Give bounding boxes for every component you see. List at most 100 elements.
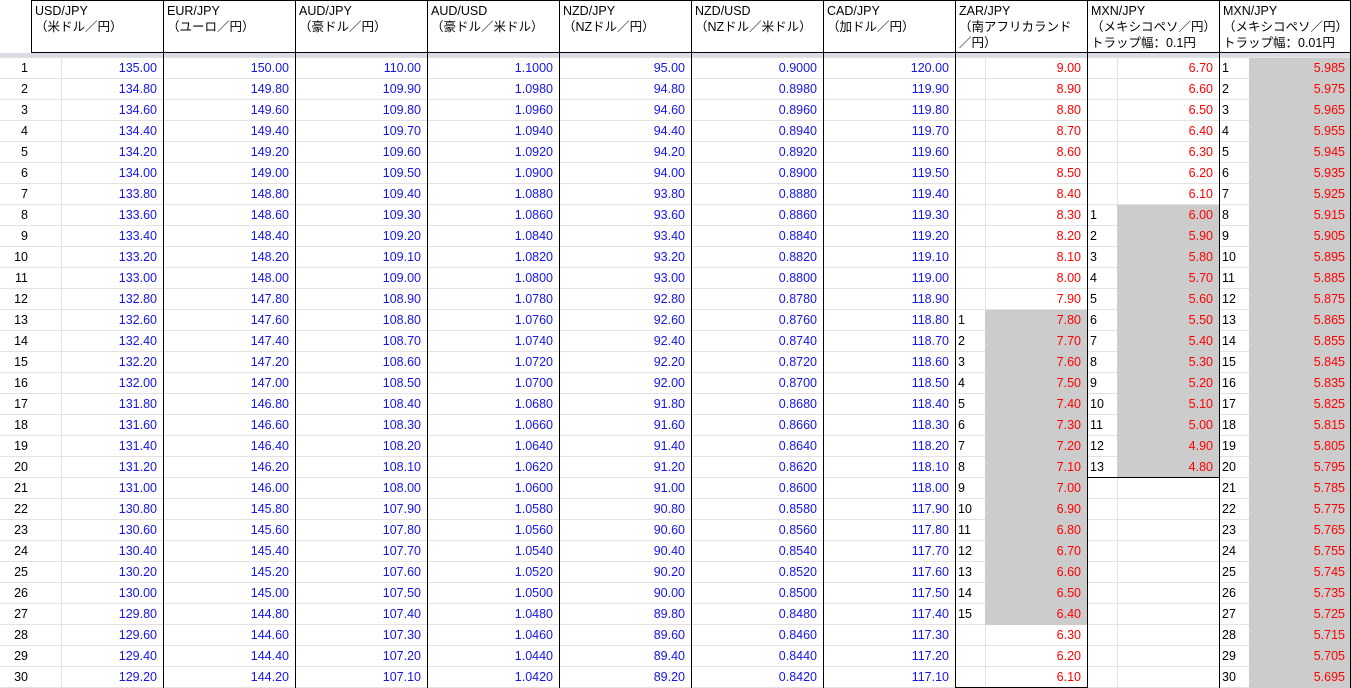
rate-cell[interactable]: 91.20 [559, 457, 691, 478]
rate-cell[interactable]: 147.80 [163, 289, 295, 310]
rate-cell[interactable]: 0.9000 [691, 58, 823, 79]
rate-cell[interactable]: 108.30 [295, 415, 427, 436]
rate-cell[interactable]: 94.00 [559, 163, 691, 184]
rate-cell[interactable]: 108.50 [295, 373, 427, 394]
rate-cell[interactable]: 145.80 [163, 499, 295, 520]
column-header[interactable]: AUD/USD （豪ドル／米ドル） [427, 0, 559, 53]
trap-index-cell[interactable]: 26 [1219, 583, 1249, 604]
rate-cell[interactable]: 5.895 [1249, 247, 1351, 268]
rate-cell[interactable]: 91.60 [559, 415, 691, 436]
rate-cell[interactable]: 1.0420 [427, 667, 559, 688]
trap-index-cell[interactable]: 11 [1219, 268, 1249, 289]
trap-index-cell[interactable]: 8 [1087, 352, 1117, 373]
rate-cell[interactable]: 146.00 [163, 478, 295, 499]
rate-cell[interactable]: 0.8540 [691, 541, 823, 562]
rate-cell[interactable]: 94.80 [559, 79, 691, 100]
rate-cell[interactable]: 109.00 [295, 268, 427, 289]
rate-cell[interactable]: 7.80 [985, 310, 1087, 331]
rate-cell[interactable]: 0.8740 [691, 331, 823, 352]
rate-cell[interactable]: 5.955 [1249, 121, 1351, 142]
rate-cell[interactable]: 149.40 [163, 121, 295, 142]
row-number[interactable]: 4 [0, 121, 31, 142]
row-number[interactable]: 18 [0, 415, 31, 436]
rate-cell[interactable]: 7.60 [985, 352, 1087, 373]
row-number[interactable]: 20 [0, 457, 31, 478]
rate-cell[interactable]: 1.0460 [427, 625, 559, 646]
row-number[interactable]: 1 [0, 58, 31, 79]
trap-index-cell[interactable]: 4 [955, 373, 985, 394]
trap-index-cell[interactable]: 29 [1219, 646, 1249, 667]
rate-cell[interactable]: 5.885 [1249, 268, 1351, 289]
rate-cell[interactable]: 0.8600 [691, 478, 823, 499]
rate-cell[interactable]: 129.20 [31, 667, 163, 688]
rate-cell[interactable]: 5.30 [1117, 352, 1219, 373]
rate-cell[interactable]: 5.00 [1117, 415, 1219, 436]
row-number[interactable]: 15 [0, 352, 31, 373]
trap-index-cell[interactable]: 1 [1219, 58, 1249, 79]
row-number[interactable]: 23 [0, 520, 31, 541]
trap-index-cell[interactable]: 10 [1087, 394, 1117, 415]
rate-cell[interactable]: 4.80 [1117, 457, 1219, 478]
rate-cell[interactable]: 5.735 [1249, 583, 1351, 604]
rate-cell[interactable]: 118.10 [823, 457, 955, 478]
rate-cell[interactable]: 119.80 [823, 100, 955, 121]
column-header[interactable]: MXN/JPY （メキシコペソ／円） トラップ幅：0.01円 [1219, 0, 1351, 53]
rate-cell[interactable]: 109.90 [295, 79, 427, 100]
rate-cell[interactable]: 1.0680 [427, 394, 559, 415]
rate-cell[interactable]: 89.80 [559, 604, 691, 625]
rate-cell[interactable]: 93.60 [559, 205, 691, 226]
trap-index-cell[interactable]: 15 [1219, 352, 1249, 373]
rate-cell[interactable]: 0.8980 [691, 79, 823, 100]
rate-cell[interactable]: 5.785 [1249, 478, 1351, 499]
row-number[interactable]: 10 [0, 247, 31, 268]
rate-cell[interactable]: 90.00 [559, 583, 691, 604]
rate-cell[interactable]: 5.795 [1249, 457, 1351, 478]
trap-index-cell[interactable]: 2 [1219, 79, 1249, 100]
row-number[interactable]: 8 [0, 205, 31, 226]
rate-cell[interactable]: 110.00 [295, 58, 427, 79]
trap-index-cell[interactable]: 6 [1087, 310, 1117, 331]
rate-cell[interactable]: 129.80 [31, 604, 163, 625]
rate-cell[interactable]: 132.20 [31, 352, 163, 373]
rate-cell[interactable]: 1.0580 [427, 499, 559, 520]
rate-cell[interactable]: 5.765 [1249, 520, 1351, 541]
rate-cell[interactable]: 119.10 [823, 247, 955, 268]
rate-cell[interactable]: 145.60 [163, 520, 295, 541]
trap-index-cell[interactable]: 25 [1219, 562, 1249, 583]
rate-cell[interactable]: 89.60 [559, 625, 691, 646]
rate-cell[interactable]: 8.00 [985, 268, 1087, 289]
rate-cell[interactable]: 131.60 [31, 415, 163, 436]
rate-cell[interactable]: 8.70 [985, 121, 1087, 142]
trap-index-cell[interactable]: 16 [1219, 373, 1249, 394]
rate-cell[interactable]: 0.8720 [691, 352, 823, 373]
column-header[interactable]: NZD/USD （NZドル／米ドル） [691, 0, 823, 53]
trap-index-cell[interactable]: 9 [1219, 226, 1249, 247]
rate-cell[interactable]: 109.30 [295, 205, 427, 226]
row-number[interactable]: 7 [0, 184, 31, 205]
rate-cell[interactable]: 5.815 [1249, 415, 1351, 436]
rate-cell[interactable]: 1.0860 [427, 205, 559, 226]
rate-cell[interactable]: 130.80 [31, 499, 163, 520]
rate-cell[interactable]: 6.50 [1117, 100, 1219, 121]
rate-cell[interactable]: 5.715 [1249, 625, 1351, 646]
rate-cell[interactable]: 5.865 [1249, 310, 1351, 331]
trap-index-cell[interactable]: 15 [955, 604, 985, 625]
rate-cell[interactable]: 0.8420 [691, 667, 823, 688]
row-number[interactable]: 29 [0, 646, 31, 667]
rate-cell[interactable]: 149.80 [163, 79, 295, 100]
rate-cell[interactable]: 1.0960 [427, 100, 559, 121]
rate-cell[interactable]: 7.30 [985, 415, 1087, 436]
rate-cell[interactable]: 6.40 [1117, 121, 1219, 142]
rate-cell[interactable]: 7.70 [985, 331, 1087, 352]
rate-cell[interactable]: 5.915 [1249, 205, 1351, 226]
trap-index-cell[interactable]: 14 [1219, 331, 1249, 352]
rate-cell[interactable]: 6.30 [985, 625, 1087, 646]
rate-cell[interactable]: 5.975 [1249, 79, 1351, 100]
trap-index-cell[interactable]: 18 [1219, 415, 1249, 436]
rate-cell[interactable]: 144.60 [163, 625, 295, 646]
rate-cell[interactable]: 9.00 [985, 58, 1087, 79]
column-header[interactable]: CAD/JPY （加ドル／円） [823, 0, 955, 53]
rate-cell[interactable]: 119.60 [823, 142, 955, 163]
rate-cell[interactable]: 0.8920 [691, 142, 823, 163]
rate-cell[interactable]: 109.70 [295, 121, 427, 142]
